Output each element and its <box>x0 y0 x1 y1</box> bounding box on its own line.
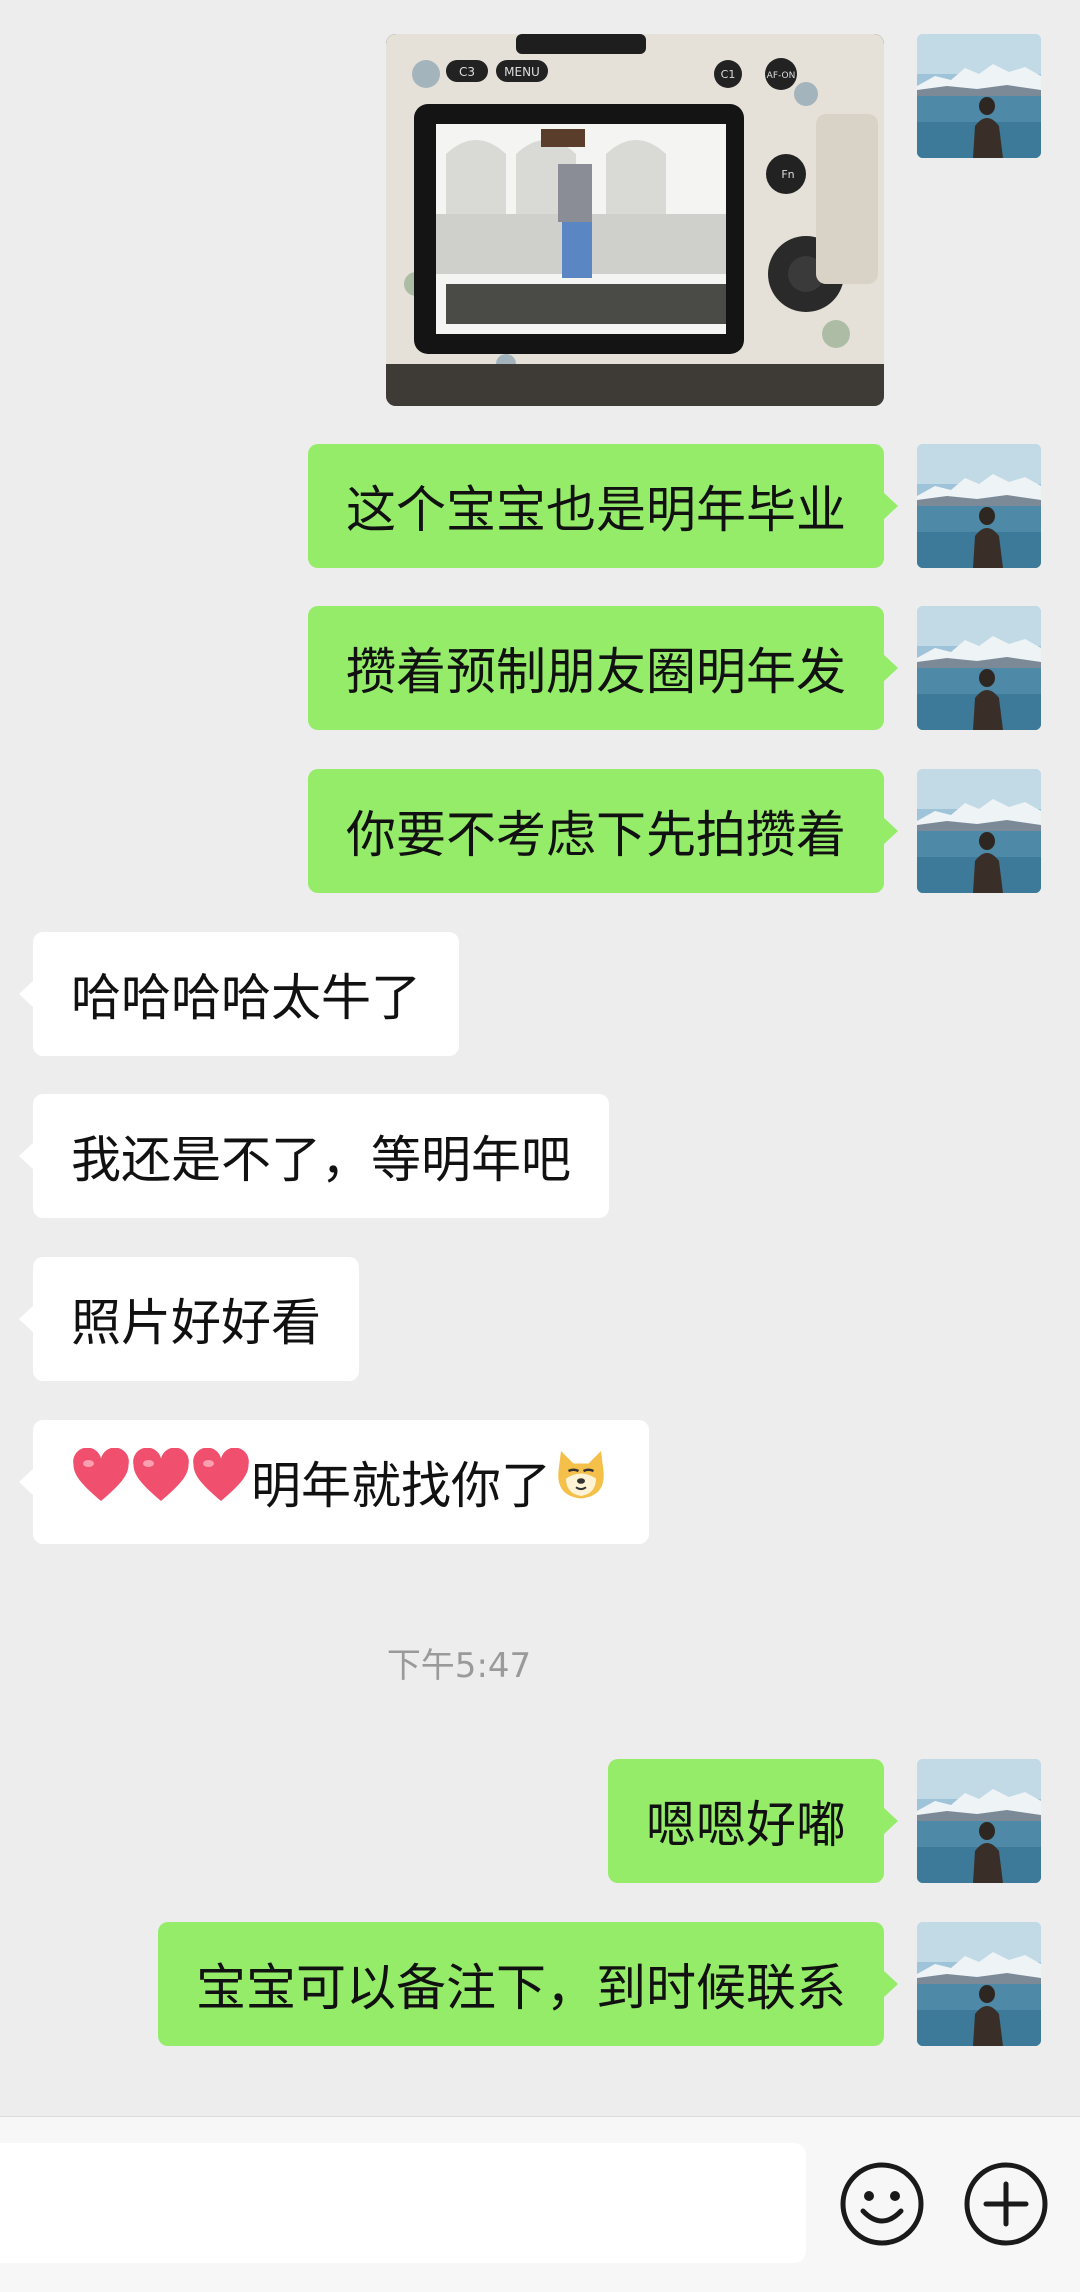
message-input-container[interactable] <box>0 2143 806 2263</box>
doge-icon <box>551 1446 611 1518</box>
message-bubble-incoming[interactable]: 哈哈哈哈太牛了 <box>19 932 459 1056</box>
my-avatar[interactable] <box>917 34 1041 158</box>
message-text: 嗯嗯好嘟 <box>646 1796 846 1854</box>
heart-icon <box>71 1447 131 1516</box>
message-text: 照片好好看 <box>71 1294 321 1352</box>
message-text: 我还是不了，等明年吧 <box>71 1131 571 1189</box>
c1-label: C1 <box>721 68 736 81</box>
emoji-button[interactable] <box>839 2161 925 2247</box>
afon-label: AF-ON <box>767 71 796 81</box>
c3-label: C3 <box>459 65 475 79</box>
message-bubble-outgoing[interactable]: 嗯嗯好嘟 <box>608 1759 898 1883</box>
message-text: 宝宝可以备注下，到时候联系 <box>196 1959 846 2017</box>
message-bubble-outgoing[interactable]: 宝宝可以备注下，到时候联系 <box>158 1922 898 2046</box>
message-text: 你要不考虑下先拍攒着 <box>346 806 846 864</box>
my-avatar[interactable] <box>917 444 1041 568</box>
emoji-icon <box>840 2162 924 2246</box>
message-bubble-outgoing[interactable]: 这个宝宝也是明年毕业 <box>308 444 898 568</box>
message-text: 哈哈哈哈太牛了 <box>71 969 421 1027</box>
message-timestamp: 下午5:47 <box>386 1646 532 1686</box>
my-avatar[interactable] <box>917 769 1041 893</box>
message-input[interactable] <box>0 2143 806 2263</box>
message-text: 攒着预制朋友圈明年发 <box>346 643 846 701</box>
my-avatar[interactable] <box>917 1759 1041 1883</box>
menu-label: MENU <box>504 65 540 79</box>
message-bubble-outgoing[interactable]: 你要不考虑下先拍攒着 <box>308 769 898 893</box>
heart-icon <box>191 1447 251 1516</box>
message-bubble-incoming[interactable]: 照片好好看 <box>19 1257 359 1381</box>
my-avatar[interactable] <box>917 606 1041 730</box>
message-text: 这个宝宝也是明年毕业 <box>346 481 846 539</box>
message-bubble-outgoing[interactable]: 攒着预制朋友圈明年发 <box>308 606 898 730</box>
plus-icon <box>964 2162 1048 2246</box>
message-bubble-incoming[interactable]: 我还是不了，等明年吧 <box>19 1094 609 1218</box>
my-avatar[interactable] <box>917 1922 1041 2046</box>
camera-photo-image: MENU C3 C1 AF-ON Fn <box>386 34 884 406</box>
message-bubble-incoming[interactable]: 明年就找你了 <box>19 1420 649 1544</box>
heart-icon <box>131 1447 191 1516</box>
message-input-bar <box>0 2116 1080 2292</box>
message-text: 明年就找你了 <box>251 1457 551 1515</box>
fn-label: Fn <box>781 168 794 181</box>
more-button[interactable] <box>963 2161 1049 2247</box>
photo-message[interactable]: MENU C3 C1 AF-ON Fn <box>386 34 884 406</box>
